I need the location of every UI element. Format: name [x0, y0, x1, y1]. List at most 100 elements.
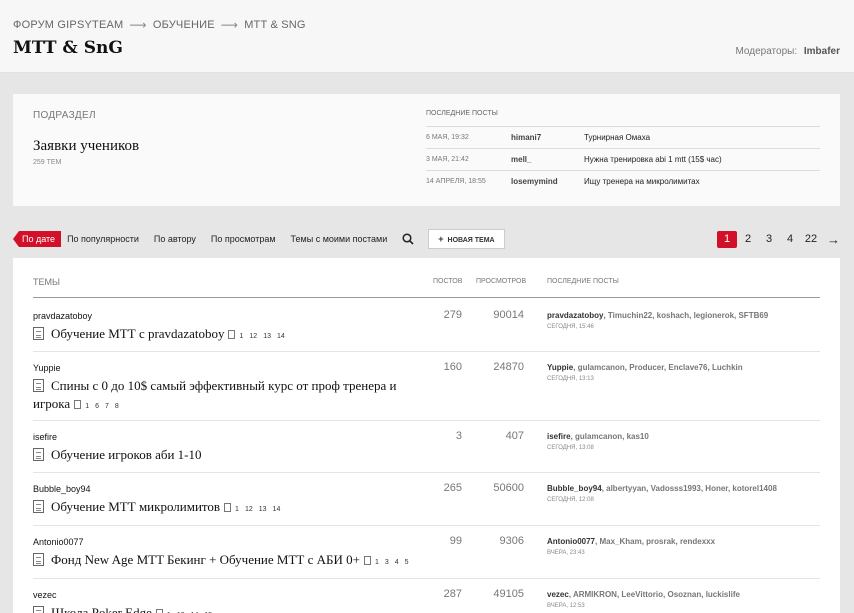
topic-author[interactable]: Yuppie — [33, 363, 61, 373]
header-divider — [33, 297, 820, 298]
topic-page-link[interactable]: 1 — [85, 403, 89, 410]
topic-page-link[interactable]: 3 — [385, 559, 389, 566]
topic-row: isefire Обучение игроков аби 1-10 3 407 isef… — [33, 421, 820, 473]
search-icon[interactable] — [402, 233, 414, 245]
column-posts: ПОСТОВ — [433, 278, 463, 285]
topic-last-posters: Yuppie, gulamcanon, Producer, Enclave76,… — [547, 363, 827, 372]
topic-page-link[interactable]: 13 — [263, 333, 271, 340]
other-posters[interactable]: , gulamcanon, Producer, Enclave76, Luchk… — [573, 363, 742, 372]
breadcrumb-item[interactable]: ОБУЧЕНИЕ — [153, 19, 215, 31]
topic-last-time: ВЧЕРА, 23:43 — [547, 550, 585, 556]
subforum-panel: ПОДРАЗДЕЛ Заявки учеников 259 ТЕМ ПОСЛЕД… — [13, 94, 840, 206]
page-link-current[interactable]: 1 — [717, 230, 737, 248]
other-posters[interactable]: , gulamcanon, kas10 — [571, 432, 649, 441]
breadcrumb-arrow-icon: ⟶ — [129, 18, 147, 32]
last-poster[interactable]: Yuppie — [547, 363, 573, 372]
last-poster[interactable]: vezec — [547, 590, 569, 599]
topic-title-wrap: Спины с 0 до 10$ самый эффективный курс … — [33, 377, 418, 416]
topic-page-link[interactable]: 12 — [245, 506, 253, 513]
pages-icon — [74, 400, 82, 409]
last-post-user[interactable]: himani7 — [511, 133, 584, 142]
topic-page-link[interactable]: 6 — [95, 403, 99, 410]
page-link[interactable]: 4 — [780, 233, 800, 245]
next-page-arrow-icon[interactable]: → — [827, 232, 840, 247]
last-post-row: 6 МАЯ, 19:32 himani7 Турнирная Омаха — [426, 126, 820, 148]
last-poster[interactable]: isefire — [547, 432, 571, 441]
topic-views-count: 49105 — [493, 588, 524, 600]
topic-posts-count: 279 — [443, 309, 462, 321]
topic-page-link[interactable]: 8 — [115, 403, 119, 410]
sort-my-posts[interactable]: Темы с моими постами — [291, 234, 388, 244]
topic-last-time: ВЧЕРА, 12:53 — [547, 603, 585, 609]
topic-page-link[interactable]: 13 — [259, 506, 267, 513]
topics-table: ТЕМЫ ПОСТОВ ПРОСМОТРОВ ПОСЛЕДНИЕ ПОСТЫ p… — [13, 258, 840, 613]
breadcrumb-item[interactable]: MTT & SNG — [244, 19, 306, 31]
topic-author[interactable]: Bubble_boy94 — [33, 484, 91, 494]
new-topic-button[interactable]: + НОВАЯ ТЕМА — [428, 229, 505, 249]
last-posts-list: 6 МАЯ, 19:32 himani7 Турнирная Омаха 3 М… — [426, 126, 820, 192]
last-post-topic[interactable]: Турнирная Омаха — [584, 133, 650, 142]
pages-icon — [155, 609, 163, 613]
topic-last-posters: Antonio0077, Max_Kham, prosrak, rendexxx — [547, 537, 827, 546]
sort-by-popularity[interactable]: По популярности — [67, 234, 139, 244]
topic-page-link[interactable]: 1 — [235, 506, 239, 513]
topic-title[interactable]: Обучение МТТ микролимитов — [51, 499, 220, 514]
topic-page-link[interactable]: 14 — [277, 333, 285, 340]
page-link[interactable]: 22 — [801, 233, 821, 245]
pages-icon — [363, 556, 371, 565]
plus-icon: + — [438, 234, 444, 244]
moderator-link[interactable]: Imbafer — [804, 46, 840, 57]
topic-views-count: 50600 — [493, 482, 524, 494]
topic-pages: 1345 — [363, 556, 415, 566]
sort-by-views[interactable]: По просмотрам — [211, 234, 276, 244]
topic-title[interactable]: Обучение игроков аби 1-10 — [51, 447, 202, 462]
topic-page-link[interactable]: 14 — [273, 506, 281, 513]
topic-author[interactable]: pravdazatoboy — [33, 311, 92, 321]
last-poster[interactable]: Bubble_boy94 — [547, 484, 602, 493]
topic-last-posters: isefire, gulamcanon, kas10 — [547, 432, 827, 441]
last-post-topic[interactable]: Ищу тренера на микролимитах — [584, 177, 700, 186]
page-title: MTT & SnG — [13, 38, 123, 58]
topic-last-time: СЕГОДНЯ, 13:13 — [547, 376, 594, 382]
topic-title-wrap: Фонд New Age MTT Бекинг + Обучение МТТ с… — [33, 551, 418, 572]
topic-author[interactable]: Antonio0077 — [33, 537, 84, 547]
document-icon — [33, 553, 44, 566]
last-post-topic[interactable]: Нужна тренировка abi 1 mtt (15$ час) — [584, 155, 722, 164]
last-poster[interactable]: Antonio0077 — [547, 537, 595, 546]
subforum-link[interactable]: Заявки учеников — [33, 138, 139, 155]
last-post-date: 14 АПРЕЛЯ, 18:55 — [426, 178, 486, 185]
other-posters[interactable]: , ARMIKRON, LeeVittorio, Osoznan, luckis… — [569, 590, 740, 599]
other-posters[interactable]: , albertyyan, Vadosss1993, Honer, kotore… — [602, 484, 777, 493]
last-post-user[interactable]: mell_ — [511, 155, 584, 164]
topic-page-link[interactable]: 5 — [405, 559, 409, 566]
pages-icon — [224, 503, 232, 512]
other-posters[interactable]: , Max_Kham, prosrak, rendexxx — [595, 537, 715, 546]
last-post-row: 3 МАЯ, 21:42 mell_ Нужна тренировка abi … — [426, 148, 820, 170]
other-posters[interactable]: , Timuchin22, koshach, legionerok, SFTB6… — [603, 311, 768, 320]
topic-page-link[interactable]: 7 — [105, 403, 109, 410]
topic-author[interactable]: isefire — [33, 432, 57, 442]
last-poster[interactable]: pravdazatoboy — [547, 311, 603, 320]
breadcrumb-arrow-icon: ⟶ — [220, 18, 239, 32]
topic-title[interactable]: Фонд New Age MTT Бекинг + Обучение МТТ с… — [51, 552, 360, 567]
topic-row: Yuppie Спины с 0 до 10$ самый эффективный… — [33, 352, 820, 421]
sort-by-date[interactable]: По дате — [13, 231, 62, 247]
topic-title[interactable]: Обучение МТТ с pravdazatoboy — [51, 326, 224, 341]
topic-last-posters: pravdazatoboy, Timuchin22, koshach, legi… — [547, 311, 827, 320]
topic-page-link[interactable]: 1 — [239, 333, 243, 340]
breadcrumb-item[interactable]: ФОРУМ GIPSYTEAM — [13, 19, 123, 31]
topic-posts-count: 160 — [443, 361, 462, 373]
last-post-user[interactable]: losemymind — [511, 177, 584, 186]
topic-posts-count: 265 — [443, 482, 462, 494]
document-icon — [33, 500, 44, 513]
topic-title[interactable]: Школа Poker Edge — [51, 605, 152, 613]
topic-page-link[interactable]: 1 — [375, 559, 379, 566]
topic-page-link[interactable]: 12 — [249, 333, 257, 340]
last-post-row: 14 АПРЕЛЯ, 18:55 losemymind Ищу тренера … — [426, 170, 820, 192]
topic-page-link[interactable]: 4 — [395, 559, 399, 566]
sort-by-author[interactable]: По автору — [154, 234, 196, 244]
topic-author[interactable]: vezec — [33, 590, 57, 600]
topic-last-time: СЕГОДНЯ, 13:08 — [547, 445, 594, 451]
page-link[interactable]: 2 — [738, 233, 758, 245]
page-link[interactable]: 3 — [759, 233, 779, 245]
